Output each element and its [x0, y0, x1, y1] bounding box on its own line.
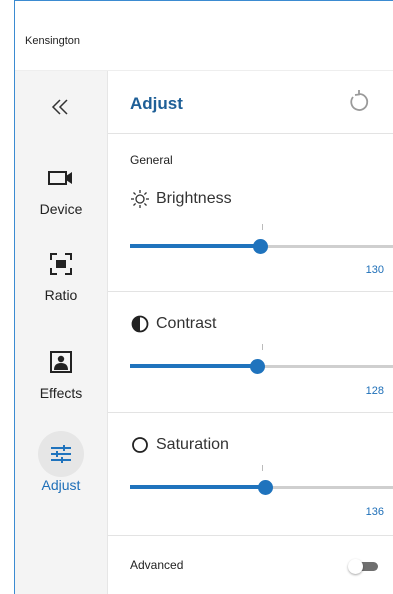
sidebar-item-effects[interactable]: Effects: [21, 339, 101, 419]
slider-thumb[interactable]: [253, 239, 268, 254]
panel-title: Adjust: [130, 94, 183, 113]
control-name: Brightness: [156, 190, 232, 207]
sidebar-item-ratio[interactable]: Ratio: [21, 241, 101, 321]
app-title: Kensington: [25, 35, 81, 47]
slider-fill: [130, 364, 257, 368]
general-section-label: General: [130, 153, 173, 167]
saturation-label: Saturation: [130, 435, 229, 455]
sidebar-item-label: Effects: [39, 385, 83, 401]
sun-icon: [131, 190, 149, 208]
sidebar-item-device[interactable]: Device: [21, 155, 101, 235]
slider-fill: [130, 485, 265, 489]
brightness-slider[interactable]: [130, 224, 393, 254]
slider-thumb[interactable]: [250, 359, 265, 374]
brightness-value: 130: [365, 264, 384, 276]
divider: [108, 412, 393, 413]
toggle-knob: [348, 559, 363, 574]
contrast-label: Contrast: [130, 314, 216, 334]
divider: [108, 291, 393, 292]
contrast-slider[interactable]: [130, 344, 393, 374]
slider-default-tick: [262, 344, 263, 350]
advanced-toggle[interactable]: [348, 559, 378, 574]
sidebar-item-label: Device: [39, 201, 83, 217]
saturation-value: 136: [365, 506, 384, 518]
title-bar: Kensington: [15, 1, 393, 71]
contrast-icon: [131, 315, 149, 333]
double-chevron-left-icon: [51, 99, 68, 115]
brightness-label: Brightness: [130, 189, 232, 209]
contrast-value: 128: [365, 385, 384, 397]
app-window: Kensington Device Ratio Effects Adjust A…: [14, 0, 393, 594]
adjust-panel: Adjust General Brightness 130 Contrast 1…: [107, 71, 393, 594]
portrait-icon: [38, 339, 84, 385]
circle-outline-icon: [132, 437, 148, 453]
sliders-icon: [38, 431, 84, 477]
slider-default-tick: [262, 465, 263, 471]
slider-fill: [130, 244, 260, 248]
control-name: Saturation: [156, 436, 229, 453]
reset-icon[interactable]: [346, 89, 372, 115]
saturation-slider[interactable]: [130, 465, 393, 495]
sidebar-item-label: Ratio: [44, 287, 78, 303]
sidebar-item-adjust[interactable]: Adjust: [21, 431, 101, 511]
collapse-sidebar-button[interactable]: [35, 87, 85, 127]
divider: [108, 535, 393, 536]
slider-thumb[interactable]: [258, 480, 273, 495]
camera-icon: [38, 155, 84, 201]
sidebar: Device Ratio Effects Adjust: [15, 71, 107, 594]
advanced-section-label: Advanced: [130, 558, 184, 572]
control-name: Contrast: [156, 315, 217, 332]
panel-header: Adjust: [108, 71, 393, 134]
frame-icon: [38, 241, 84, 287]
sidebar-item-label: Adjust: [41, 477, 81, 493]
slider-default-tick: [262, 224, 263, 230]
